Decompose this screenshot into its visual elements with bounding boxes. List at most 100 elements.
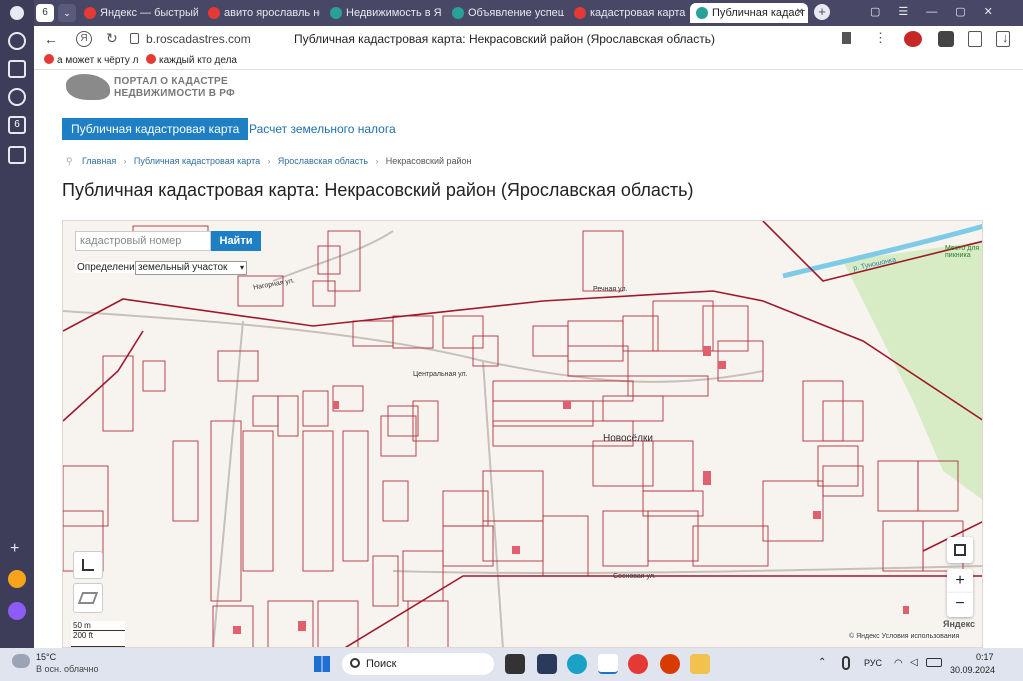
add-panel-icon[interactable]: + <box>10 540 19 558</box>
layers-button[interactable] <box>73 583 103 613</box>
breadcrumb-map[interactable]: Публичная кадастровая карта <box>134 156 260 166</box>
tab-nedvizhimost[interactable]: Недвижимость в Яро <box>324 3 442 23</box>
back-icon[interactable]: ← <box>44 31 58 47</box>
yandex-favicon-icon <box>146 54 156 64</box>
tab-avito[interactable]: авито ярославль нед <box>202 3 320 23</box>
site-favicon-icon <box>452 7 464 19</box>
camera-icon[interactable] <box>8 146 26 164</box>
roads <box>63 230 982 647</box>
cadastral-map[interactable]: Новосёлки Нагорная ул. Речная ул. Центра… <box>62 220 983 648</box>
map-canvas[interactable] <box>63 221 983 648</box>
layers-icon <box>77 592 99 604</box>
tab-publichnaya-active[interactable]: Публичная кадаст ✕ <box>690 3 808 23</box>
site-logo-line1[interactable]: ПОРТАЛ О КАДАСТРЕ <box>114 76 228 88</box>
scale-bar: 50 m 200 ft <box>71 621 125 647</box>
page-title-in-address[interactable]: Публичная кадастровая карта: Некрасовски… <box>294 32 715 46</box>
menu-icon[interactable]: ⋮ <box>874 30 887 46</box>
zoom-in-button[interactable]: + <box>947 569 973 593</box>
search-button[interactable]: Найти <box>211 231 261 251</box>
yandex-favicon-icon <box>44 54 54 64</box>
map-street-label: Речная ул. <box>593 286 628 293</box>
profile-icon[interactable] <box>10 6 24 20</box>
collections-icon[interactable] <box>968 31 982 47</box>
nav-land-tax-link[interactable]: Расчет земельного налога <box>240 118 405 140</box>
bookmarks-bar: а может к чёрту л каждый кто дела <box>34 52 1023 70</box>
yandex-icon[interactable] <box>628 654 648 674</box>
scale-meters: 50 m <box>73 621 91 630</box>
nav-cadastral-map-button[interactable]: Публичная кадастровая карта <box>62 118 249 140</box>
taskbar-search-box[interactable]: Поиск <box>342 653 494 675</box>
tab-count-badge[interactable]: 6 <box>8 116 26 134</box>
tab-obyavlenie[interactable]: Объявление успешн <box>446 3 564 23</box>
building-markers <box>233 346 909 634</box>
crop-icon <box>82 559 94 571</box>
account-avatar-icon[interactable] <box>904 31 922 47</box>
weather-icon[interactable] <box>12 654 30 668</box>
breadcrumb-district: Некрасовский район <box>385 156 472 166</box>
site-logo-line2[interactable]: НЕДВИЖИМОСТИ В РФ <box>114 88 235 100</box>
yandex-browser-icon[interactable] <box>598 654 618 674</box>
weather-temperature[interactable]: 15°C <box>36 652 56 662</box>
windows-start-icon[interactable] <box>314 656 330 672</box>
tab-yandex[interactable]: Яндекс — быстрый п <box>78 3 198 23</box>
close-tab-icon[interactable]: ✕ <box>796 3 804 23</box>
weather-condition[interactable]: В осн. облачно <box>36 664 98 674</box>
search-icon <box>350 658 360 668</box>
alice-icon[interactable] <box>8 602 26 620</box>
tab-kadastrovaya[interactable]: кадастровая карта 2 <box>568 3 686 23</box>
market-icon[interactable] <box>8 570 26 588</box>
new-tab-icon[interactable]: + <box>814 4 830 20</box>
boundary-lines <box>63 221 982 647</box>
yandex-favicon-icon <box>574 7 586 19</box>
calculator-icon[interactable] <box>537 654 557 674</box>
yandex-logo-icon[interactable]: Я <box>76 31 92 47</box>
bookmark-icon[interactable] <box>842 32 851 44</box>
language-indicator[interactable]: РУС <box>864 658 882 668</box>
breadcrumb-home[interactable]: Главная <box>82 156 116 166</box>
reload-icon[interactable]: ↻ <box>106 30 118 47</box>
russia-map-logo-icon[interactable] <box>66 74 110 100</box>
breadcrumb: ⚲ Главная › Публичная кадастровая карта … <box>66 156 472 166</box>
office-icon[interactable] <box>660 654 680 674</box>
map-street-label: Сосновая ул. <box>613 573 656 580</box>
page-heading: Публичная кадастровая карта: Некрасовски… <box>62 180 694 200</box>
breadcrumb-region[interactable]: Ярославская область <box>278 156 368 166</box>
map-poi-label: Место для пикника <box>945 245 980 259</box>
tab-list-chevron-icon[interactable]: ⌄ <box>58 4 76 22</box>
clock-date[interactable]: 30.09.2024 <box>950 665 995 675</box>
bookmark-item[interactable]: каждый кто дела <box>146 54 237 66</box>
microphone-icon[interactable] <box>842 656 850 670</box>
extension-robot-icon[interactable] <box>938 31 954 47</box>
site-favicon-icon <box>696 7 708 19</box>
video-icon[interactable] <box>8 88 26 106</box>
tab-group-button[interactable]: 6 <box>36 4 54 22</box>
battery-icon[interactable] <box>926 658 942 667</box>
map-attribution[interactable]: © Яндекс Условия использования <box>849 633 960 640</box>
tab-bar: 6 ⌄ Яндекс — быстрый п авито ярославль н… <box>34 0 1023 26</box>
browser-sidebar: 6 + <box>0 0 34 648</box>
web-page: ПОРТАЛ О КАДАСТРЕ НЕДВИЖИМОСТИ В РФ Публ… <box>34 70 1023 648</box>
location-pin-icon: ⚲ <box>66 156 73 166</box>
url-text[interactable]: b.roscadastres.com <box>146 32 251 46</box>
wifi-icon[interactable]: ◠ <box>894 658 903 669</box>
definition-select[interactable]: земельный участок ▾ <box>135 261 247 275</box>
task-view-icon[interactable] <box>505 654 525 674</box>
file-explorer-icon[interactable] <box>690 654 710 674</box>
tray-chevron-icon[interactable]: ⌃ <box>818 657 826 668</box>
zoom-out-button[interactable]: − <box>947 593 973 617</box>
volume-icon[interactable]: ◁ <box>910 657 918 668</box>
map-street-label: Центральная ул. <box>413 371 468 378</box>
bookmark-item[interactable]: а может к чёрту л <box>44 54 139 66</box>
collections-icon[interactable] <box>8 60 26 78</box>
download-icon[interactable]: ↓ <box>1002 30 1009 45</box>
select-area-button[interactable] <box>73 551 103 579</box>
taskbar: 15°C В осн. облачно Поиск ⌃ РУС ◠ ◁ 0:17… <box>0 648 1023 681</box>
history-icon[interactable] <box>8 32 26 50</box>
fullscreen-button[interactable] <box>947 537 973 563</box>
clock-time[interactable]: 0:17 <box>976 652 994 662</box>
site-favicon-icon <box>330 7 342 19</box>
window-controls: ▢☰—▢✕ <box>870 6 1011 18</box>
forest-area <box>843 241 982 500</box>
edge-icon[interactable] <box>567 654 587 674</box>
cadastral-search-input[interactable]: кадастровый номер <box>75 231 211 251</box>
